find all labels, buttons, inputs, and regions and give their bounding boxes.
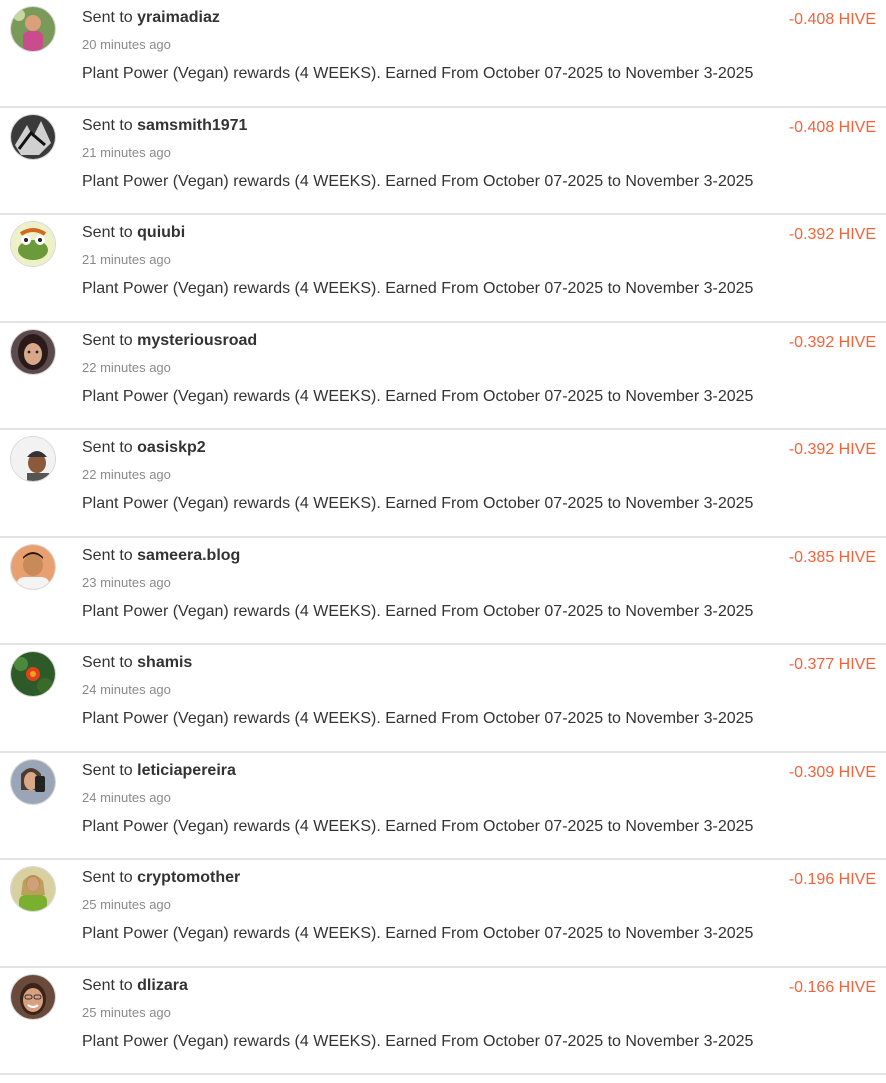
transfer-title: Sent to sameera.blog <box>82 546 240 566</box>
transfer-title: Sent to oasiskp2 <box>82 438 206 458</box>
avatar-woman-smile-icon[interactable] <box>11 974 55 1019</box>
recipient-link[interactable]: leticiapereira <box>137 762 236 779</box>
transfer-prefix: Sent to <box>82 546 133 564</box>
transfer-time: 21 minutes ago <box>82 144 171 160</box>
transfer-memo: Plant Power (Vegan) rewards (4 WEEKS). E… <box>82 925 754 942</box>
transfer-title: Sent to cryptomother <box>82 868 240 888</box>
transfer-amount: -0.408 HIVE <box>788 11 876 28</box>
transfer-time: 23 minutes ago <box>82 574 171 590</box>
transfer-row: Sent to oasiskp2 22 minutes ago Plant Po… <box>0 430 886 538</box>
transfer-title: Sent to dlizara <box>82 976 188 996</box>
transfer-title: Sent to shamis <box>82 653 192 673</box>
transfer-amount: -0.166 HIVE <box>788 978 876 996</box>
transfer-row: Sent to samsmith1971 21 minutes ago Plan… <box>0 108 886 215</box>
transfer-title: Sent to leticiapereira <box>82 761 236 781</box>
transfer-time: 21 minutes ago <box>82 252 171 267</box>
transfer-row: Sent to sameera.blog 23 minutes ago Plan… <box>0 538 886 645</box>
transfer-amount: -0.309 HIVE <box>788 763 876 781</box>
transfer-memo: Plant Power (Vegan) rewards (4 WEEKS). E… <box>82 817 754 835</box>
avatar-man-cap-icon[interactable] <box>11 437 55 481</box>
transfer-amount: -0.196 HIVE <box>788 871 876 888</box>
avatar-photo-child-icon[interactable] <box>11 7 55 51</box>
transfer-row: Sent to leticiapereira 24 minutes ago Pl… <box>0 753 886 860</box>
transfer-title: Sent to yraimadiaz <box>82 8 220 28</box>
transfer-time: 22 minutes ago <box>82 467 171 482</box>
transfer-amount: -0.392 HIVE <box>788 226 876 243</box>
transfer-title: Sent to samsmith1971 <box>82 116 247 136</box>
transfer-memo: Plant Power (Vegan) rewards (4 WEEKS). E… <box>82 387 754 405</box>
transfer-amount: -0.385 HIVE <box>788 548 876 566</box>
transfer-amount: -0.392 HIVE <box>788 441 876 458</box>
transfer-prefix: Sent to <box>82 116 133 134</box>
avatar-woman-portrait-icon[interactable] <box>11 329 55 374</box>
transfer-memo: Plant Power (Vegan) rewards (4 WEEKS). E… <box>82 1032 754 1050</box>
transfer-prefix: Sent to <box>82 654 133 671</box>
transfer-time: 24 minutes ago <box>82 682 171 697</box>
transfer-row: Sent to shamis 24 minutes ago Plant Powe… <box>0 645 886 753</box>
avatar-man-portrait-icon[interactable] <box>11 544 55 589</box>
transfer-prefix: Sent to <box>82 9 133 26</box>
transfer-prefix: Sent to <box>82 869 133 886</box>
transfer-time: 22 minutes ago <box>82 359 171 375</box>
recipient-link[interactable]: mysteriousroad <box>137 332 257 349</box>
transfer-memo: Plant Power (Vegan) rewards (4 WEEKS). E… <box>82 710 754 727</box>
transfer-row: Sent to dlizara 25 minutes ago Plant Pow… <box>0 968 886 1075</box>
transfer-memo: Plant Power (Vegan) rewards (4 WEEKS). E… <box>82 65 754 82</box>
transfer-memo: Plant Power (Vegan) rewards (4 WEEKS). E… <box>82 495 754 512</box>
transfer-row: Sent to mysteriousroad 22 minutes ago Pl… <box>0 323 886 430</box>
transfer-prefix: Sent to <box>82 439 133 456</box>
transfer-title: Sent to quiubi <box>82 223 185 243</box>
recipient-link[interactable]: oasiskp2 <box>137 439 205 456</box>
avatar-woman-phone-icon[interactable] <box>11 759 55 804</box>
recipient-link[interactable]: sameera.blog <box>137 547 240 564</box>
transfer-row: Sent to yraimadiaz 20 minutes ago Plant … <box>0 0 886 108</box>
transfer-memo: Plant Power (Vegan) rewards (4 WEEKS). E… <box>82 602 754 620</box>
transfer-row: Sent to cryptomother 25 minutes ago Plan… <box>0 860 886 968</box>
transfer-history-list: Sent to yraimadiaz 20 minutes ago Plant … <box>0 0 886 1075</box>
recipient-link[interactable]: yraimadiaz <box>137 9 220 26</box>
avatar-cartoon-face-icon[interactable] <box>11 222 55 266</box>
avatar-bw-sketch-icon[interactable] <box>11 114 55 159</box>
transfer-title: Sent to mysteriousroad <box>82 331 257 351</box>
transfer-time: 24 minutes ago <box>82 789 171 805</box>
transfer-amount: -0.392 HIVE <box>788 333 876 351</box>
transfer-memo: Plant Power (Vegan) rewards (4 WEEKS). E… <box>82 172 754 190</box>
transfer-time: 25 minutes ago <box>82 1004 171 1020</box>
transfer-prefix: Sent to <box>82 224 133 241</box>
transfer-time: 20 minutes ago <box>82 37 171 52</box>
recipient-link[interactable]: samsmith1971 <box>137 117 247 134</box>
avatar-flower-icon[interactable] <box>11 652 55 696</box>
recipient-link[interactable]: quiubi <box>137 224 185 241</box>
recipient-link[interactable]: shamis <box>137 654 192 671</box>
transfer-memo: Plant Power (Vegan) rewards (4 WEEKS). E… <box>82 280 754 297</box>
recipient-link[interactable]: dlizara <box>137 977 188 994</box>
transfer-time: 25 minutes ago <box>82 897 171 912</box>
transfer-amount: -0.377 HIVE <box>788 656 876 673</box>
avatar-woman-green-icon[interactable] <box>11 867 55 911</box>
transfer-row: Sent to quiubi 21 minutes ago Plant Powe… <box>0 215 886 323</box>
transfer-prefix: Sent to <box>82 976 133 994</box>
transfer-prefix: Sent to <box>82 331 133 349</box>
recipient-link[interactable]: cryptomother <box>137 869 240 886</box>
transfer-amount: -0.408 HIVE <box>788 118 876 136</box>
transfer-prefix: Sent to <box>82 761 133 779</box>
